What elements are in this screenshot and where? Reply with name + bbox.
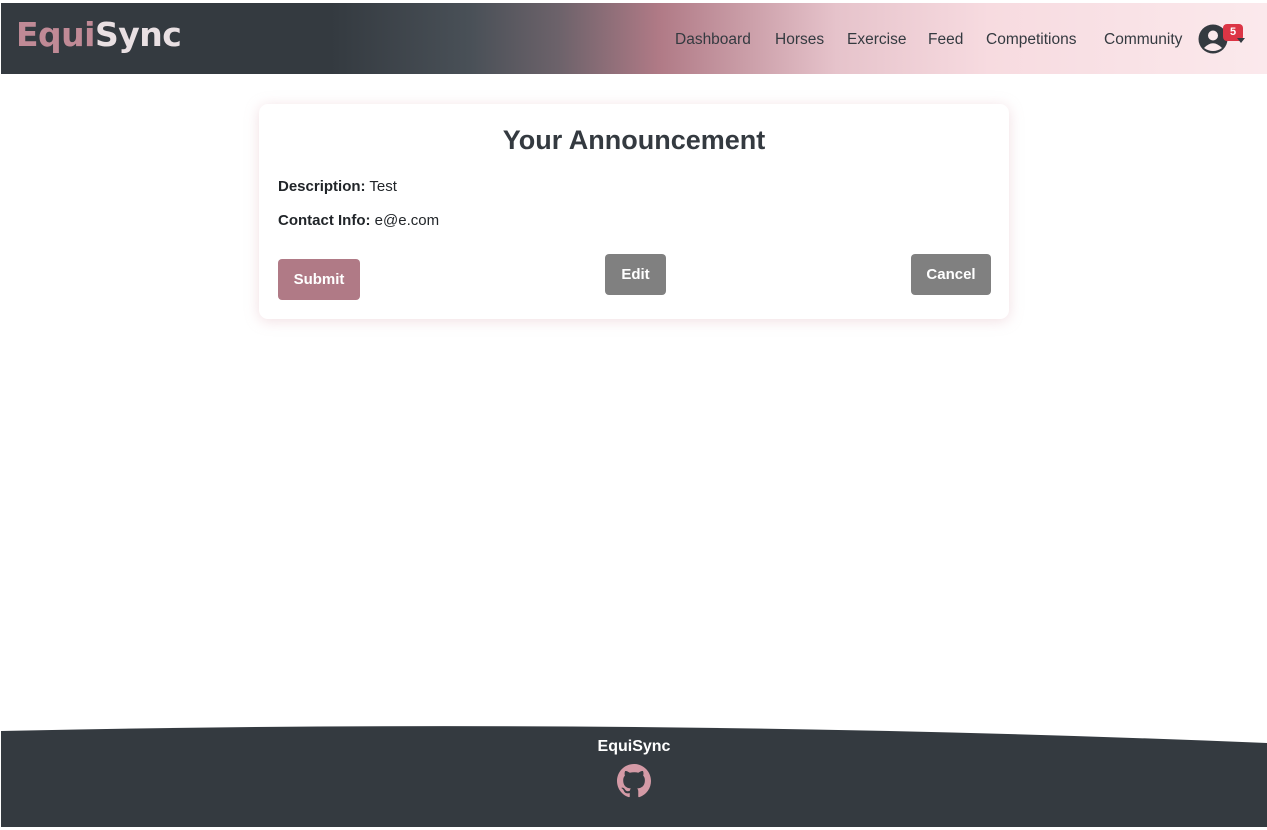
announcement-card: Your Announcement Description: Test Cont… — [259, 104, 1009, 319]
nav-competitions[interactable]: Competitions — [986, 31, 1076, 49]
page-title: Your Announcement — [502, 125, 766, 155]
nav-dashboard[interactable]: Dashboard — [675, 31, 751, 49]
page: EquiSync Dashboard Horses Exercise Feed … — [1, 3, 1267, 827]
logo-end: Sync — [94, 15, 182, 54]
brand-logo[interactable]: EquiSync — [16, 15, 182, 54]
contact-value: e@e.com — [374, 212, 440, 229]
nav-feed[interactable]: Feed — [928, 31, 963, 49]
description-value: Test — [369, 178, 397, 195]
github-icon[interactable] — [617, 764, 651, 798]
chevron-down-icon[interactable] — [1237, 38, 1245, 43]
description-row: Description: Test — [278, 178, 397, 195]
nav-community[interactable]: Community — [1104, 31, 1182, 49]
logo-middle: qui — [38, 15, 95, 54]
contact-label: Contact Info: — [278, 212, 371, 229]
logo-initial: E — [16, 15, 39, 54]
cancel-button[interactable]: Cancel — [911, 254, 991, 295]
edit-button[interactable]: Edit — [605, 254, 666, 295]
description-label: Description: — [278, 178, 366, 195]
nav-exercise[interactable]: Exercise — [847, 31, 906, 49]
nav-horses[interactable]: Horses — [775, 31, 824, 49]
footer-brand: EquiSync — [597, 738, 671, 755]
submit-button[interactable]: Submit — [278, 259, 360, 300]
navbar: EquiSync Dashboard Horses Exercise Feed … — [1, 3, 1267, 74]
contact-row: Contact Info: e@e.com — [278, 212, 439, 229]
